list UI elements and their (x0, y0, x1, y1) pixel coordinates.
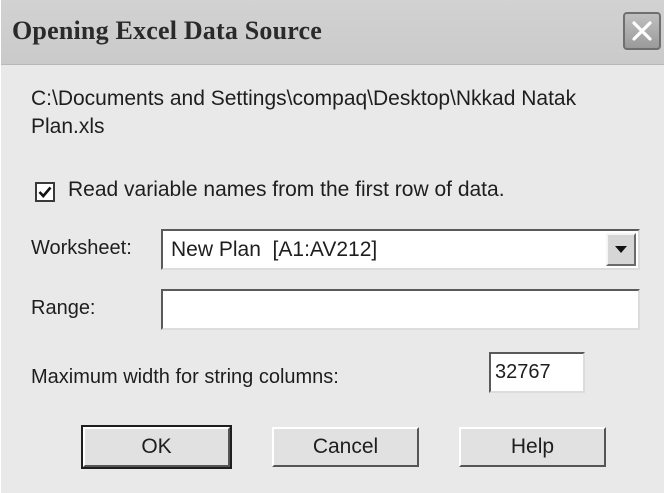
title-bar: Opening Excel Data Source (1, 0, 664, 65)
checkmark-icon (38, 186, 52, 198)
ok-button[interactable]: OK (81, 425, 232, 469)
read-variable-names-label[interactable]: Read variable names from the first row o… (68, 178, 505, 202)
cancel-button[interactable]: Cancel (272, 427, 419, 467)
opening-excel-data-source-dialog: Opening Excel Data Source C:\Documents a… (0, 0, 664, 493)
file-path-text: C:\Documents and Settings\compaq\Desktop… (31, 87, 577, 138)
worksheet-select[interactable]: New Plan [A1:AV212] (161, 229, 640, 270)
worksheet-selected-value: New Plan [A1:AV212] (171, 238, 378, 261)
range-input[interactable] (161, 289, 640, 330)
worksheet-dropdown-button[interactable] (606, 233, 636, 266)
read-variable-names-checkbox[interactable] (35, 182, 55, 202)
close-button[interactable] (623, 12, 661, 50)
max-width-input[interactable] (489, 352, 585, 393)
close-icon (632, 21, 652, 41)
help-button[interactable]: Help (459, 427, 606, 467)
worksheet-label: Worksheet: (31, 237, 132, 259)
range-label: Range: (31, 297, 96, 319)
max-width-label: Maximum width for string columns: (31, 366, 339, 388)
dialog-title: Opening Excel Data Source (12, 16, 323, 45)
chevron-down-icon (615, 246, 627, 253)
